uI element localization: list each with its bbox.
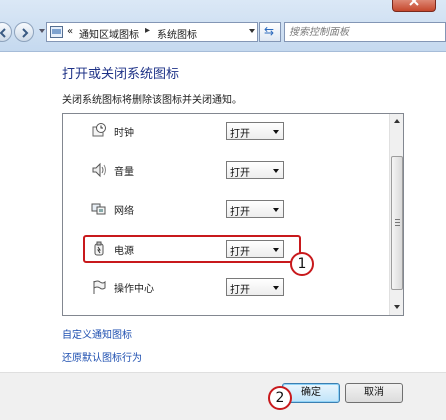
navigation-bar: « 通知区域图标 ▸ 系统图标 ⇆ — [0, 0, 446, 52]
action-center-behavior-select[interactable]: 打开 — [226, 278, 284, 296]
search-input[interactable] — [289, 25, 439, 39]
page-title: 打开或关闭系统图标 — [62, 67, 180, 82]
volume-behavior-select[interactable]: 打开 — [226, 161, 284, 179]
callout-1: 1 — [290, 252, 314, 276]
chevron-down-icon — [273, 208, 279, 212]
volume-icon — [92, 162, 106, 178]
chevron-down-icon — [273, 286, 279, 290]
list-item-clock: 时钟 打开 — [63, 117, 389, 145]
action-center-behavior-value: 打开 — [230, 285, 250, 296]
list-item-volume: 音量 打开 — [63, 156, 389, 184]
network-label: 网络 — [114, 206, 134, 217]
cancel-button[interactable]: 取消 — [345, 383, 403, 403]
forward-arrow-icon — [22, 28, 29, 38]
volume-behavior-value: 打开 — [230, 168, 250, 179]
scroll-thumb[interactable] — [391, 156, 403, 290]
breadcrumb-prefix[interactable]: « — [67, 26, 73, 37]
clock-behavior-select[interactable]: 打开 — [226, 122, 284, 140]
list-scrollbar[interactable] — [389, 114, 403, 315]
list-item-action-center: 操作中心 打开 — [63, 273, 389, 301]
breadcrumb-system-icons[interactable]: 系统图标 — [157, 26, 197, 41]
list-item-network: 网络 打开 — [63, 195, 389, 223]
control-panel-icon — [50, 26, 63, 38]
clock-icon — [92, 123, 106, 137]
action-center-label: 操作中心 — [114, 284, 154, 295]
grip-icon — [395, 219, 400, 226]
clock-label: 时钟 — [114, 128, 134, 139]
system-icons-list: 时钟 打开 音量 打开 网络 打开 电源 打开 操作中心 打开 — [62, 113, 404, 316]
page-description: 关闭系统图标将删除该图标并关闭通知。 — [62, 95, 242, 106]
breadcrumb-notification-icons[interactable]: 通知区域图标 — [79, 26, 139, 41]
recent-pages-dropdown[interactable] — [39, 29, 45, 33]
refresh-icon: ⇆ — [264, 24, 275, 38]
scroll-up-button[interactable] — [390, 114, 403, 129]
network-icon — [91, 203, 106, 215]
close-icon — [409, 0, 419, 6]
back-button[interactable] — [0, 22, 12, 42]
dialog-footer: 确定 取消 — [0, 372, 446, 420]
back-arrow-icon — [0, 28, 6, 38]
restore-default-icon-behavior-link[interactable]: 还原默认图标行为 — [62, 349, 142, 364]
chevron-down-icon — [273, 130, 279, 134]
callout-2: 2 — [268, 386, 292, 410]
network-behavior-value: 打开 — [230, 207, 250, 218]
window-close-button[interactable] — [392, 0, 436, 12]
network-behavior-select[interactable]: 打开 — [226, 200, 284, 218]
chevron-down-icon — [273, 169, 279, 173]
clock-behavior-value: 打开 — [230, 129, 250, 140]
forward-button[interactable] — [14, 22, 34, 42]
scroll-down-button[interactable] — [390, 300, 403, 315]
customize-notification-icons-link[interactable]: 自定义通知图标 — [62, 326, 132, 341]
action-center-flag-icon — [93, 280, 106, 294]
refresh-button[interactable]: ⇆ — [259, 22, 281, 42]
address-bar[interactable]: « 通知区域图标 ▸ 系统图标 — [46, 22, 258, 42]
power-row-highlight — [83, 235, 301, 263]
breadcrumb-separator[interactable]: ▸ — [145, 25, 150, 36]
volume-label: 音量 — [114, 167, 134, 178]
address-dropdown[interactable] — [249, 29, 255, 33]
search-box[interactable] — [284, 22, 446, 42]
